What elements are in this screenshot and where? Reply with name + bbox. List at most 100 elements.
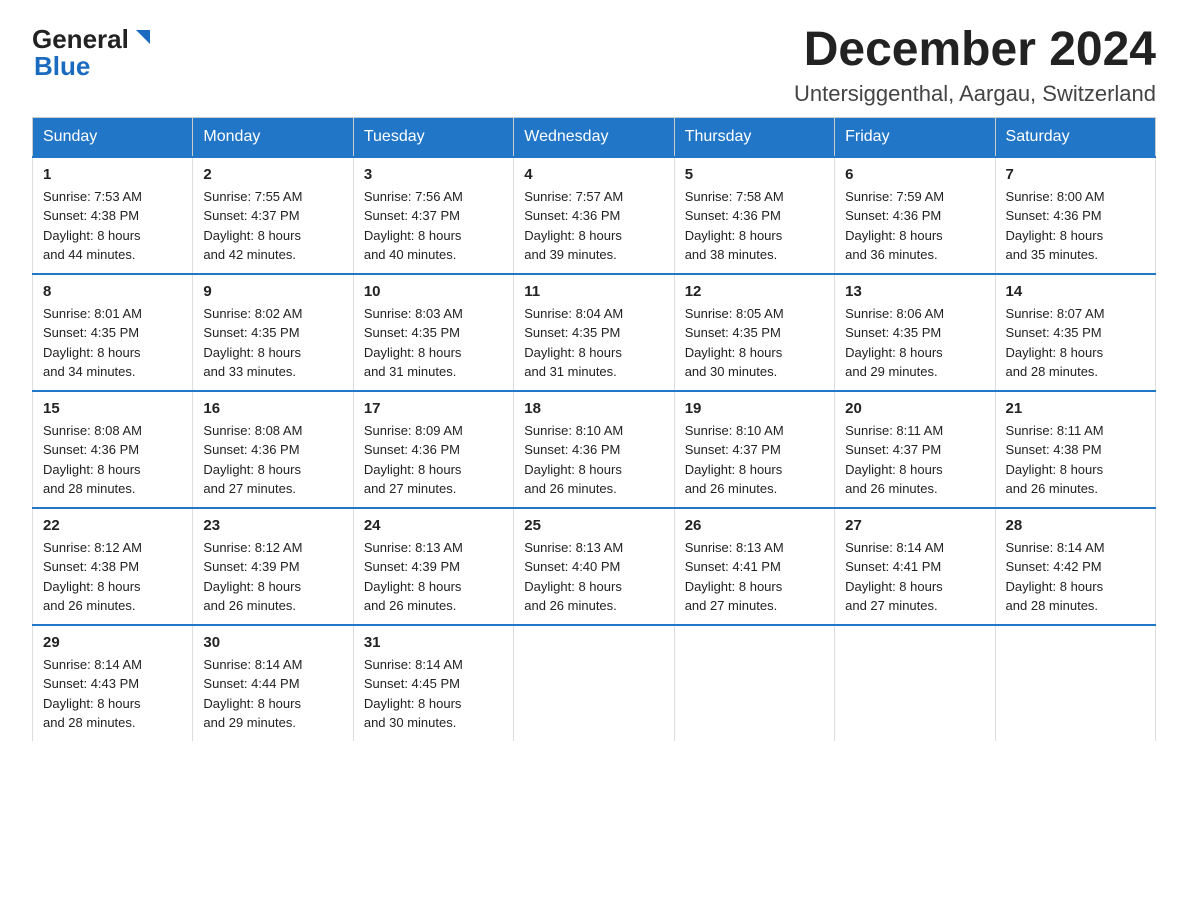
calendar-cell: 19 Sunrise: 8:10 AMSunset: 4:37 PMDaylig… (674, 391, 834, 508)
calendar-cell: 23 Sunrise: 8:12 AMSunset: 4:39 PMDaylig… (193, 508, 353, 625)
calendar-table: SundayMondayTuesdayWednesdayThursdayFrid… (32, 117, 1156, 741)
calendar-cell: 13 Sunrise: 8:06 AMSunset: 4:35 PMDaylig… (835, 274, 995, 391)
day-info: Sunrise: 8:08 AMSunset: 4:36 PMDaylight:… (43, 423, 142, 497)
day-number: 10 (364, 283, 503, 300)
day-info: Sunrise: 7:58 AMSunset: 4:36 PMDaylight:… (685, 189, 784, 263)
day-info: Sunrise: 8:03 AMSunset: 4:35 PMDaylight:… (364, 306, 463, 380)
calendar-header-row: SundayMondayTuesdayWednesdayThursdayFrid… (33, 117, 1156, 157)
day-number: 4 (524, 166, 663, 183)
calendar-cell: 31 Sunrise: 8:14 AMSunset: 4:45 PMDaylig… (353, 625, 513, 741)
day-info: Sunrise: 7:53 AMSunset: 4:38 PMDaylight:… (43, 189, 142, 263)
logo-arrow-icon (132, 26, 154, 53)
calendar-cell: 24 Sunrise: 8:13 AMSunset: 4:39 PMDaylig… (353, 508, 513, 625)
calendar-week-row: 8 Sunrise: 8:01 AMSunset: 4:35 PMDayligh… (33, 274, 1156, 391)
day-info: Sunrise: 8:13 AMSunset: 4:39 PMDaylight:… (364, 540, 463, 614)
day-number: 31 (364, 634, 503, 651)
day-number: 19 (685, 400, 824, 417)
header: General Blue December 2024 Untersiggenth… (32, 24, 1156, 107)
calendar-cell: 21 Sunrise: 8:11 AMSunset: 4:38 PMDaylig… (995, 391, 1155, 508)
calendar-cell: 4 Sunrise: 7:57 AMSunset: 4:36 PMDayligh… (514, 157, 674, 274)
day-number: 22 (43, 517, 182, 534)
day-number: 2 (203, 166, 342, 183)
day-number: 29 (43, 634, 182, 651)
day-number: 13 (845, 283, 984, 300)
day-number: 6 (845, 166, 984, 183)
day-number: 8 (43, 283, 182, 300)
day-info: Sunrise: 8:12 AMSunset: 4:39 PMDaylight:… (203, 540, 302, 614)
day-info: Sunrise: 8:12 AMSunset: 4:38 PMDaylight:… (43, 540, 142, 614)
day-number: 23 (203, 517, 342, 534)
day-info: Sunrise: 8:14 AMSunset: 4:42 PMDaylight:… (1006, 540, 1105, 614)
calendar-cell: 15 Sunrise: 8:08 AMSunset: 4:36 PMDaylig… (33, 391, 193, 508)
calendar-cell: 10 Sunrise: 8:03 AMSunset: 4:35 PMDaylig… (353, 274, 513, 391)
calendar-cell: 28 Sunrise: 8:14 AMSunset: 4:42 PMDaylig… (995, 508, 1155, 625)
calendar-cell: 11 Sunrise: 8:04 AMSunset: 4:35 PMDaylig… (514, 274, 674, 391)
logo: General Blue (32, 24, 154, 82)
calendar-week-row: 15 Sunrise: 8:08 AMSunset: 4:36 PMDaylig… (33, 391, 1156, 508)
calendar-cell: 29 Sunrise: 8:14 AMSunset: 4:43 PMDaylig… (33, 625, 193, 741)
day-info: Sunrise: 8:14 AMSunset: 4:43 PMDaylight:… (43, 657, 142, 731)
calendar-cell (514, 625, 674, 741)
weekday-header: Tuesday (353, 117, 513, 157)
weekday-header: Monday (193, 117, 353, 157)
calendar-week-row: 22 Sunrise: 8:12 AMSunset: 4:38 PMDaylig… (33, 508, 1156, 625)
day-info: Sunrise: 8:10 AMSunset: 4:37 PMDaylight:… (685, 423, 784, 497)
day-info: Sunrise: 7:55 AMSunset: 4:37 PMDaylight:… (203, 189, 302, 263)
day-info: Sunrise: 8:07 AMSunset: 4:35 PMDaylight:… (1006, 306, 1105, 380)
day-info: Sunrise: 7:56 AMSunset: 4:37 PMDaylight:… (364, 189, 463, 263)
day-number: 30 (203, 634, 342, 651)
calendar-cell: 1 Sunrise: 7:53 AMSunset: 4:38 PMDayligh… (33, 157, 193, 274)
day-info: Sunrise: 8:09 AMSunset: 4:36 PMDaylight:… (364, 423, 463, 497)
day-info: Sunrise: 8:13 AMSunset: 4:40 PMDaylight:… (524, 540, 623, 614)
day-info: Sunrise: 8:10 AMSunset: 4:36 PMDaylight:… (524, 423, 623, 497)
day-number: 28 (1006, 517, 1145, 534)
calendar-week-row: 1 Sunrise: 7:53 AMSunset: 4:38 PMDayligh… (33, 157, 1156, 274)
weekday-header: Thursday (674, 117, 834, 157)
weekday-header: Sunday (33, 117, 193, 157)
day-number: 27 (845, 517, 984, 534)
calendar-cell: 26 Sunrise: 8:13 AMSunset: 4:41 PMDaylig… (674, 508, 834, 625)
day-number: 24 (364, 517, 503, 534)
calendar-cell: 20 Sunrise: 8:11 AMSunset: 4:37 PMDaylig… (835, 391, 995, 508)
day-info: Sunrise: 8:08 AMSunset: 4:36 PMDaylight:… (203, 423, 302, 497)
day-info: Sunrise: 8:13 AMSunset: 4:41 PMDaylight:… (685, 540, 784, 614)
calendar-cell: 14 Sunrise: 8:07 AMSunset: 4:35 PMDaylig… (995, 274, 1155, 391)
calendar-cell: 2 Sunrise: 7:55 AMSunset: 4:37 PMDayligh… (193, 157, 353, 274)
calendar-cell: 7 Sunrise: 8:00 AMSunset: 4:36 PMDayligh… (995, 157, 1155, 274)
day-number: 12 (685, 283, 824, 300)
calendar-cell: 16 Sunrise: 8:08 AMSunset: 4:36 PMDaylig… (193, 391, 353, 508)
calendar-cell: 27 Sunrise: 8:14 AMSunset: 4:41 PMDaylig… (835, 508, 995, 625)
weekday-header: Friday (835, 117, 995, 157)
calendar-cell: 30 Sunrise: 8:14 AMSunset: 4:44 PMDaylig… (193, 625, 353, 741)
calendar-cell: 3 Sunrise: 7:56 AMSunset: 4:37 PMDayligh… (353, 157, 513, 274)
day-info: Sunrise: 8:02 AMSunset: 4:35 PMDaylight:… (203, 306, 302, 380)
day-info: Sunrise: 7:57 AMSunset: 4:36 PMDaylight:… (524, 189, 623, 263)
day-number: 9 (203, 283, 342, 300)
calendar-cell (674, 625, 834, 741)
calendar-cell: 22 Sunrise: 8:12 AMSunset: 4:38 PMDaylig… (33, 508, 193, 625)
day-info: Sunrise: 8:14 AMSunset: 4:44 PMDaylight:… (203, 657, 302, 731)
day-number: 25 (524, 517, 663, 534)
day-number: 18 (524, 400, 663, 417)
day-number: 11 (524, 283, 663, 300)
page-subtitle: Untersiggenthal, Aargau, Switzerland (794, 81, 1156, 107)
day-number: 21 (1006, 400, 1145, 417)
day-info: Sunrise: 8:01 AMSunset: 4:35 PMDaylight:… (43, 306, 142, 380)
day-info: Sunrise: 7:59 AMSunset: 4:36 PMDaylight:… (845, 189, 944, 263)
calendar-cell: 8 Sunrise: 8:01 AMSunset: 4:35 PMDayligh… (33, 274, 193, 391)
calendar-cell: 9 Sunrise: 8:02 AMSunset: 4:35 PMDayligh… (193, 274, 353, 391)
calendar-cell: 17 Sunrise: 8:09 AMSunset: 4:36 PMDaylig… (353, 391, 513, 508)
logo-blue-text: Blue (34, 51, 90, 82)
day-info: Sunrise: 8:14 AMSunset: 4:41 PMDaylight:… (845, 540, 944, 614)
day-number: 3 (364, 166, 503, 183)
day-number: 1 (43, 166, 182, 183)
calendar-week-row: 29 Sunrise: 8:14 AMSunset: 4:43 PMDaylig… (33, 625, 1156, 741)
weekday-header: Saturday (995, 117, 1155, 157)
day-number: 7 (1006, 166, 1145, 183)
day-number: 15 (43, 400, 182, 417)
calendar-cell (995, 625, 1155, 741)
day-info: Sunrise: 8:05 AMSunset: 4:35 PMDaylight:… (685, 306, 784, 380)
day-info: Sunrise: 8:06 AMSunset: 4:35 PMDaylight:… (845, 306, 944, 380)
day-info: Sunrise: 8:11 AMSunset: 4:38 PMDaylight:… (1006, 423, 1104, 497)
title-block: December 2024 Untersiggenthal, Aargau, S… (794, 24, 1156, 107)
